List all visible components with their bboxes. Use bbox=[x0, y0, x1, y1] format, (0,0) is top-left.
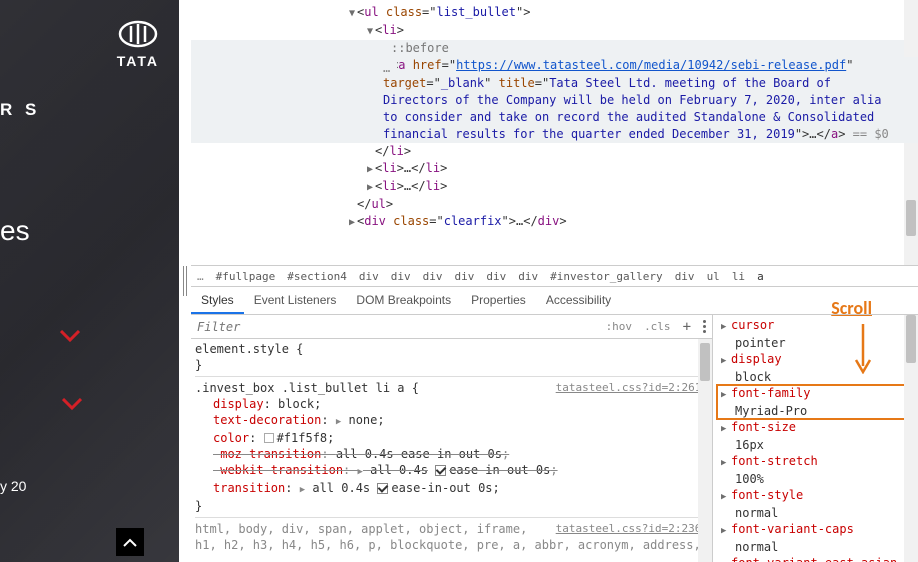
breadcrumb-item[interactable]: li bbox=[732, 270, 745, 283]
computed-font-family-row[interactable]: ▶font-family Myriad-Pro bbox=[717, 385, 918, 419]
panel-splitter[interactable] bbox=[179, 0, 191, 562]
tab-accessibility[interactable]: Accessibility bbox=[536, 287, 621, 314]
styles-more-menu[interactable] bbox=[697, 320, 712, 333]
tab-dom-breakpoints[interactable]: DOM Breakpoints bbox=[346, 287, 461, 314]
tab-properties[interactable]: Properties bbox=[461, 287, 536, 314]
new-style-rule-button[interactable]: + bbox=[677, 319, 697, 335]
logo-text: TATA bbox=[117, 53, 159, 69]
chevron-down-icon[interactable] bbox=[62, 398, 82, 413]
expand-arrow-icon[interactable]: ▼ bbox=[367, 23, 375, 40]
breadcrumb-item[interactable]: #section4 bbox=[287, 270, 347, 283]
stylesheet-link[interactable]: tatasteel.css?id=2:2364 bbox=[556, 521, 708, 537]
styles-toolbar: :hov .cls + bbox=[191, 315, 712, 339]
transition-checkbox[interactable] bbox=[435, 465, 446, 476]
expand-arrow-icon[interactable]: ▶ bbox=[367, 161, 375, 178]
expand-arrow-icon[interactable]: ▶ bbox=[349, 214, 357, 231]
breadcrumb-item[interactable]: #fullpage bbox=[216, 270, 276, 283]
transition-checkbox[interactable] bbox=[377, 483, 388, 494]
breadcrumb-item[interactable]: div bbox=[423, 270, 443, 283]
tab-styles[interactable]: Styles bbox=[191, 287, 244, 314]
breadcrumb-item[interactable]: div bbox=[518, 270, 538, 283]
computed-pane[interactable]: ▶cursor pointer ▶display block ▶font-fam… bbox=[713, 315, 918, 562]
color-swatch[interactable] bbox=[264, 433, 274, 443]
styles-content[interactable]: element.style { } tatasteel.css?id=2:261… bbox=[191, 339, 712, 562]
page-preview-panel: TATA R S es y 20 bbox=[0, 0, 179, 562]
breadcrumb-item[interactable]: div bbox=[486, 270, 506, 283]
breadcrumb-item[interactable]: div bbox=[675, 270, 695, 283]
breadcrumb-item[interactable]: a bbox=[757, 270, 764, 283]
tab-event-listeners[interactable]: Event Listeners bbox=[244, 287, 347, 314]
pseudo-before: ::before bbox=[391, 41, 449, 55]
gutter-ellipsis: … bbox=[379, 61, 397, 75]
computed-scrollbar[interactable] bbox=[904, 315, 918, 562]
styles-filter-input[interactable] bbox=[191, 317, 600, 337]
breadcrumb-item[interactable]: ul bbox=[707, 270, 720, 283]
devtools-panel: ▼<ul class="list_bullet"> ▼<li> ::before… bbox=[191, 0, 918, 562]
partial-heading-es: es bbox=[0, 215, 30, 247]
back-to-top-button[interactable] bbox=[116, 528, 144, 556]
elements-tree[interactable]: ▼<ul class="list_bullet"> ▼<li> ::before… bbox=[191, 0, 918, 265]
styles-tabs: Styles Event Listeners DOM Breakpoints P… bbox=[191, 287, 918, 315]
partial-heading-rs: R S bbox=[0, 100, 40, 120]
stylesheet-link[interactable]: tatasteel.css?id=2:2616 bbox=[556, 380, 708, 396]
tata-logo-icon bbox=[118, 20, 158, 48]
breadcrumb-item[interactable]: #investor_gallery bbox=[550, 270, 663, 283]
partial-date-text: y 20 bbox=[0, 478, 26, 494]
styles-pane: :hov .cls + element.style { } tatasteel.… bbox=[191, 315, 713, 562]
breadcrumb-item[interactable]: div bbox=[454, 270, 474, 283]
href-link[interactable]: https://www.tatasteel.com/media/10942/se… bbox=[456, 58, 846, 72]
expand-arrow-icon[interactable]: ▶ bbox=[367, 179, 375, 196]
breadcrumb-more[interactable]: … bbox=[197, 270, 204, 283]
cls-toggle[interactable]: .cls bbox=[638, 320, 677, 333]
chevron-down-icon[interactable] bbox=[60, 330, 80, 345]
styles-scrollbar[interactable] bbox=[698, 339, 712, 562]
tata-logo: TATA bbox=[117, 20, 159, 69]
expand-arrow-icon[interactable]: ▼ bbox=[349, 5, 357, 22]
breadcrumb-bar[interactable]: … #fullpage #section4 div div div div di… bbox=[191, 265, 918, 287]
breadcrumb-item[interactable]: div bbox=[359, 270, 379, 283]
breadcrumb-item[interactable]: div bbox=[391, 270, 411, 283]
hov-toggle[interactable]: :hov bbox=[600, 320, 639, 333]
